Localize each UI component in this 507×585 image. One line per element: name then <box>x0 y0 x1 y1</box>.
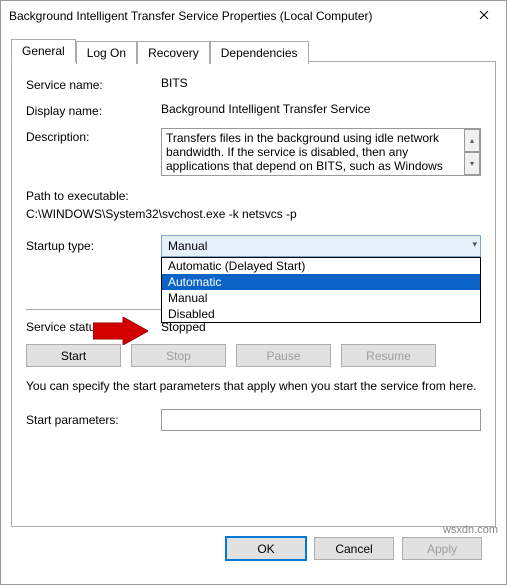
scroll-up-icon[interactable]: ▴ <box>464 129 480 152</box>
chevron-down-icon: ▾ <box>472 239 477 250</box>
tab-recovery[interactable]: Recovery <box>137 41 210 64</box>
tab-panel-general: Service name: BITS Display name: Backgro… <box>11 61 496 527</box>
startup-option-manual[interactable]: Manual <box>162 290 480 306</box>
annotation-arrow <box>93 317 148 348</box>
cancel-button[interactable]: Cancel <box>314 537 394 560</box>
startup-type-label: Startup type: <box>26 239 161 253</box>
startup-type-selected: Manual <box>168 239 207 253</box>
startup-type-dropdown: Automatic (Delayed Start) Automatic Manu… <box>161 257 481 323</box>
service-name-label: Service name: <box>26 76 161 92</box>
dialog-footer: OK Cancel Apply <box>11 527 496 574</box>
resume-button[interactable]: Resume <box>341 344 436 367</box>
startup-type-combobox[interactable]: Manual ▾ <box>161 235 481 257</box>
close-button[interactable] <box>461 1 506 31</box>
dialog-window: Background Intelligent Transfer Service … <box>0 0 507 585</box>
watermark-text: wsxdn.com <box>443 524 498 536</box>
start-params-hint: You can specify the start parameters tha… <box>26 379 481 395</box>
description-text[interactable] <box>161 128 481 176</box>
client-area: General Log On Recovery Dependencies Ser… <box>1 31 506 584</box>
pause-button[interactable]: Pause <box>236 344 331 367</box>
scroll-down-icon[interactable]: ▾ <box>464 152 480 175</box>
tab-logon[interactable]: Log On <box>76 41 137 64</box>
tab-general[interactable]: General <box>11 39 76 63</box>
startup-option-automatic[interactable]: Automatic <box>162 274 480 290</box>
path-label: Path to executable: <box>26 189 481 203</box>
tab-strip: General Log On Recovery Dependencies <box>11 39 496 62</box>
description-scroll[interactable]: ▴ ▾ <box>464 129 480 175</box>
start-params-label: Start parameters: <box>26 413 161 427</box>
close-icon <box>479 9 489 23</box>
display-name-value: Background Intelligent Transfer Service <box>161 102 481 116</box>
description-label: Description: <box>26 128 161 144</box>
service-name-value: BITS <box>161 76 481 90</box>
tab-dependencies[interactable]: Dependencies <box>210 41 309 64</box>
path-value: C:\WINDOWS\System32\svchost.exe -k netsv… <box>26 207 481 221</box>
start-params-input[interactable] <box>161 409 481 431</box>
titlebar[interactable]: Background Intelligent Transfer Service … <box>1 1 506 31</box>
display-name-label: Display name: <box>26 102 161 118</box>
startup-option-delayed[interactable]: Automatic (Delayed Start) <box>162 258 480 274</box>
apply-button[interactable]: Apply <box>402 537 482 560</box>
startup-option-disabled[interactable]: Disabled <box>162 306 480 322</box>
ok-button[interactable]: OK <box>226 537 306 560</box>
window-title: Background Intelligent Transfer Service … <box>9 9 461 23</box>
